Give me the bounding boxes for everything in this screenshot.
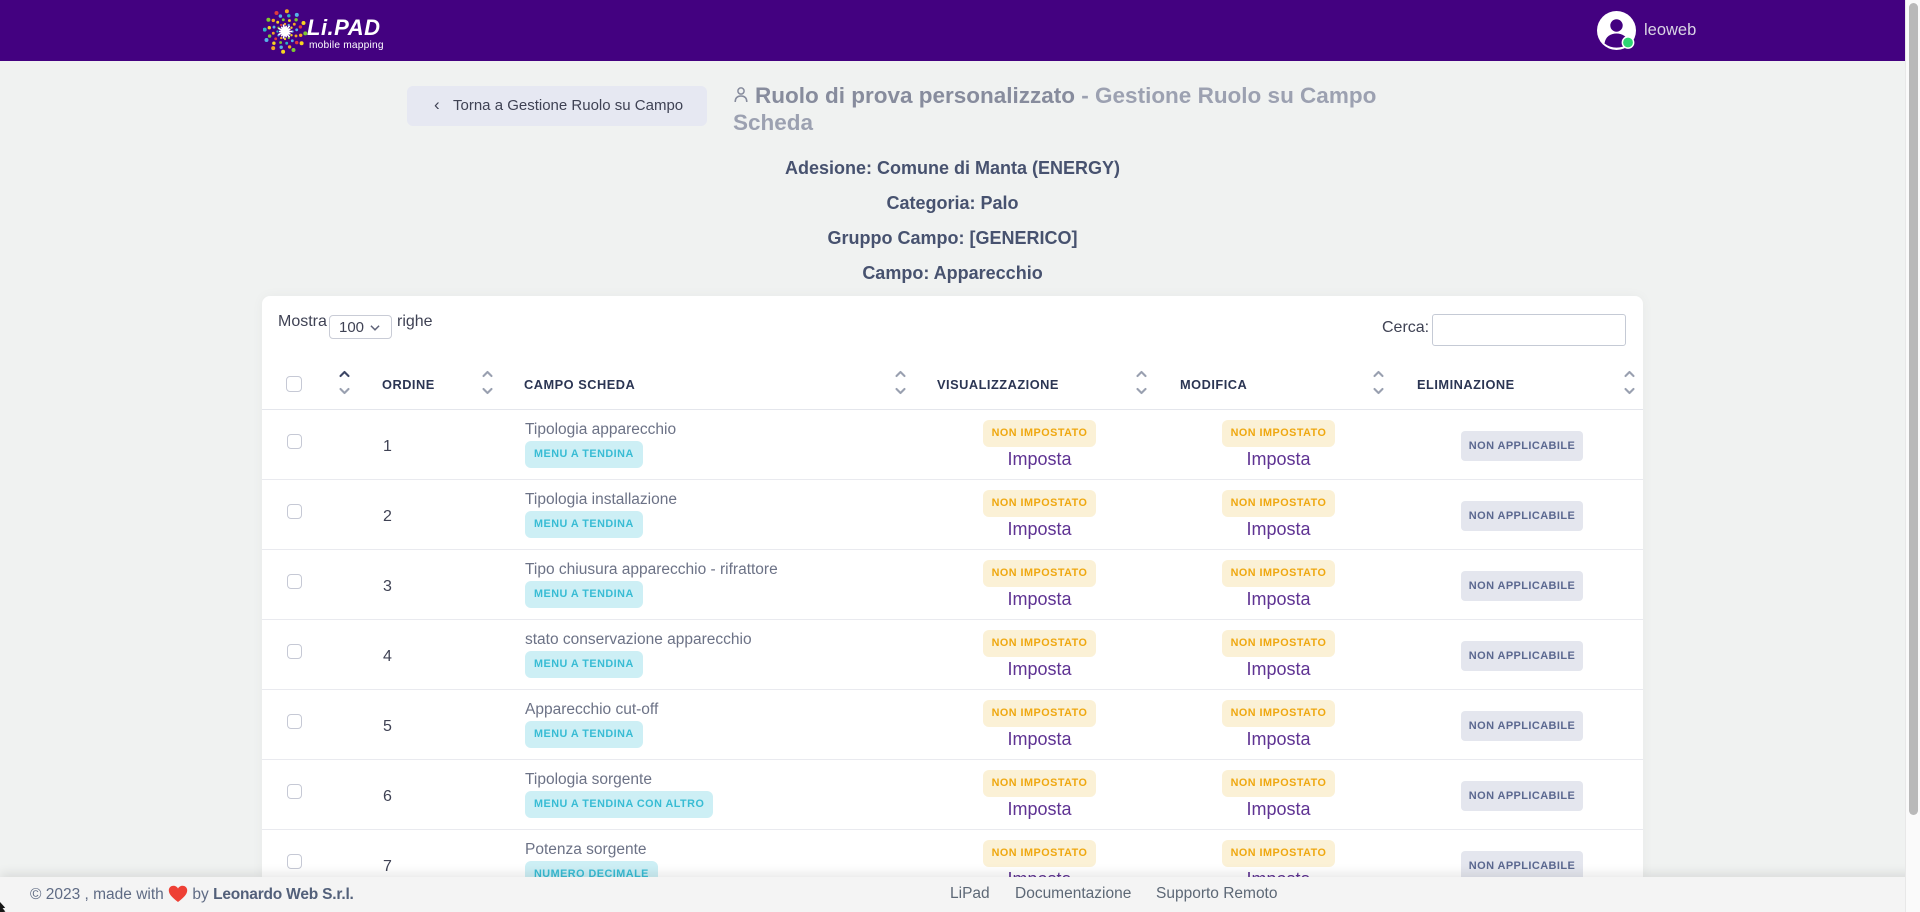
- svg-text:Li.PAD: Li.PAD: [307, 15, 380, 40]
- svg-text:mobile mapping: mobile mapping: [309, 40, 384, 51]
